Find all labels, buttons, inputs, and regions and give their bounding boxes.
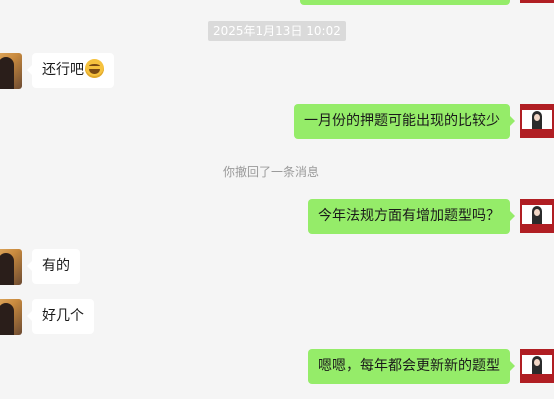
avatar-face — [534, 114, 540, 121]
message-bubble-incoming[interactable]: 有的 — [27, 249, 80, 284]
recall-notice: 你撤回了一条消息 — [223, 165, 320, 179]
message-bubble-incoming[interactable]: 好几个 — [27, 299, 94, 334]
message-text: 有的 — [42, 258, 70, 274]
avatar-self[interactable] — [520, 104, 554, 138]
avatar-contact[interactable] — [0, 249, 22, 285]
message-text: 嗯嗯，每年都会更新新的题型 — [318, 358, 500, 374]
avatar-contact[interactable] — [0, 53, 22, 89]
message-text: 一月份的押题可能出现的比较少 — [304, 113, 500, 129]
avatar-face — [534, 209, 540, 216]
message-bubble-incoming[interactable]: 还行吧 — [27, 53, 114, 88]
avatar-contact[interactable] — [0, 299, 22, 335]
avatar-self[interactable] — [520, 199, 554, 233]
message-text: 还行吧 — [42, 62, 84, 78]
message-text: 好几个 — [42, 308, 84, 324]
message-bubble-outgoing[interactable]: 一月份的押题可能出现的比较少 — [294, 104, 515, 139]
message-bubble-outgoing[interactable]: 今年法规方面有增加题型吗？ — [308, 199, 515, 234]
avatar-face — [534, 359, 540, 366]
grinning-sweat-emoji-icon — [85, 58, 104, 78]
message-text: 今年法规方面有增加题型吗？ — [318, 208, 500, 224]
message-timestamp: 2025年1月13日 10:02 — [208, 21, 346, 41]
avatar-self[interactable] — [520, 349, 554, 383]
message-bubble-partial[interactable] — [300, 0, 510, 5]
message-bubble-outgoing[interactable]: 嗯嗯，每年都会更新新的题型 — [308, 349, 515, 384]
avatar-self-partial[interactable] — [520, 0, 554, 3]
